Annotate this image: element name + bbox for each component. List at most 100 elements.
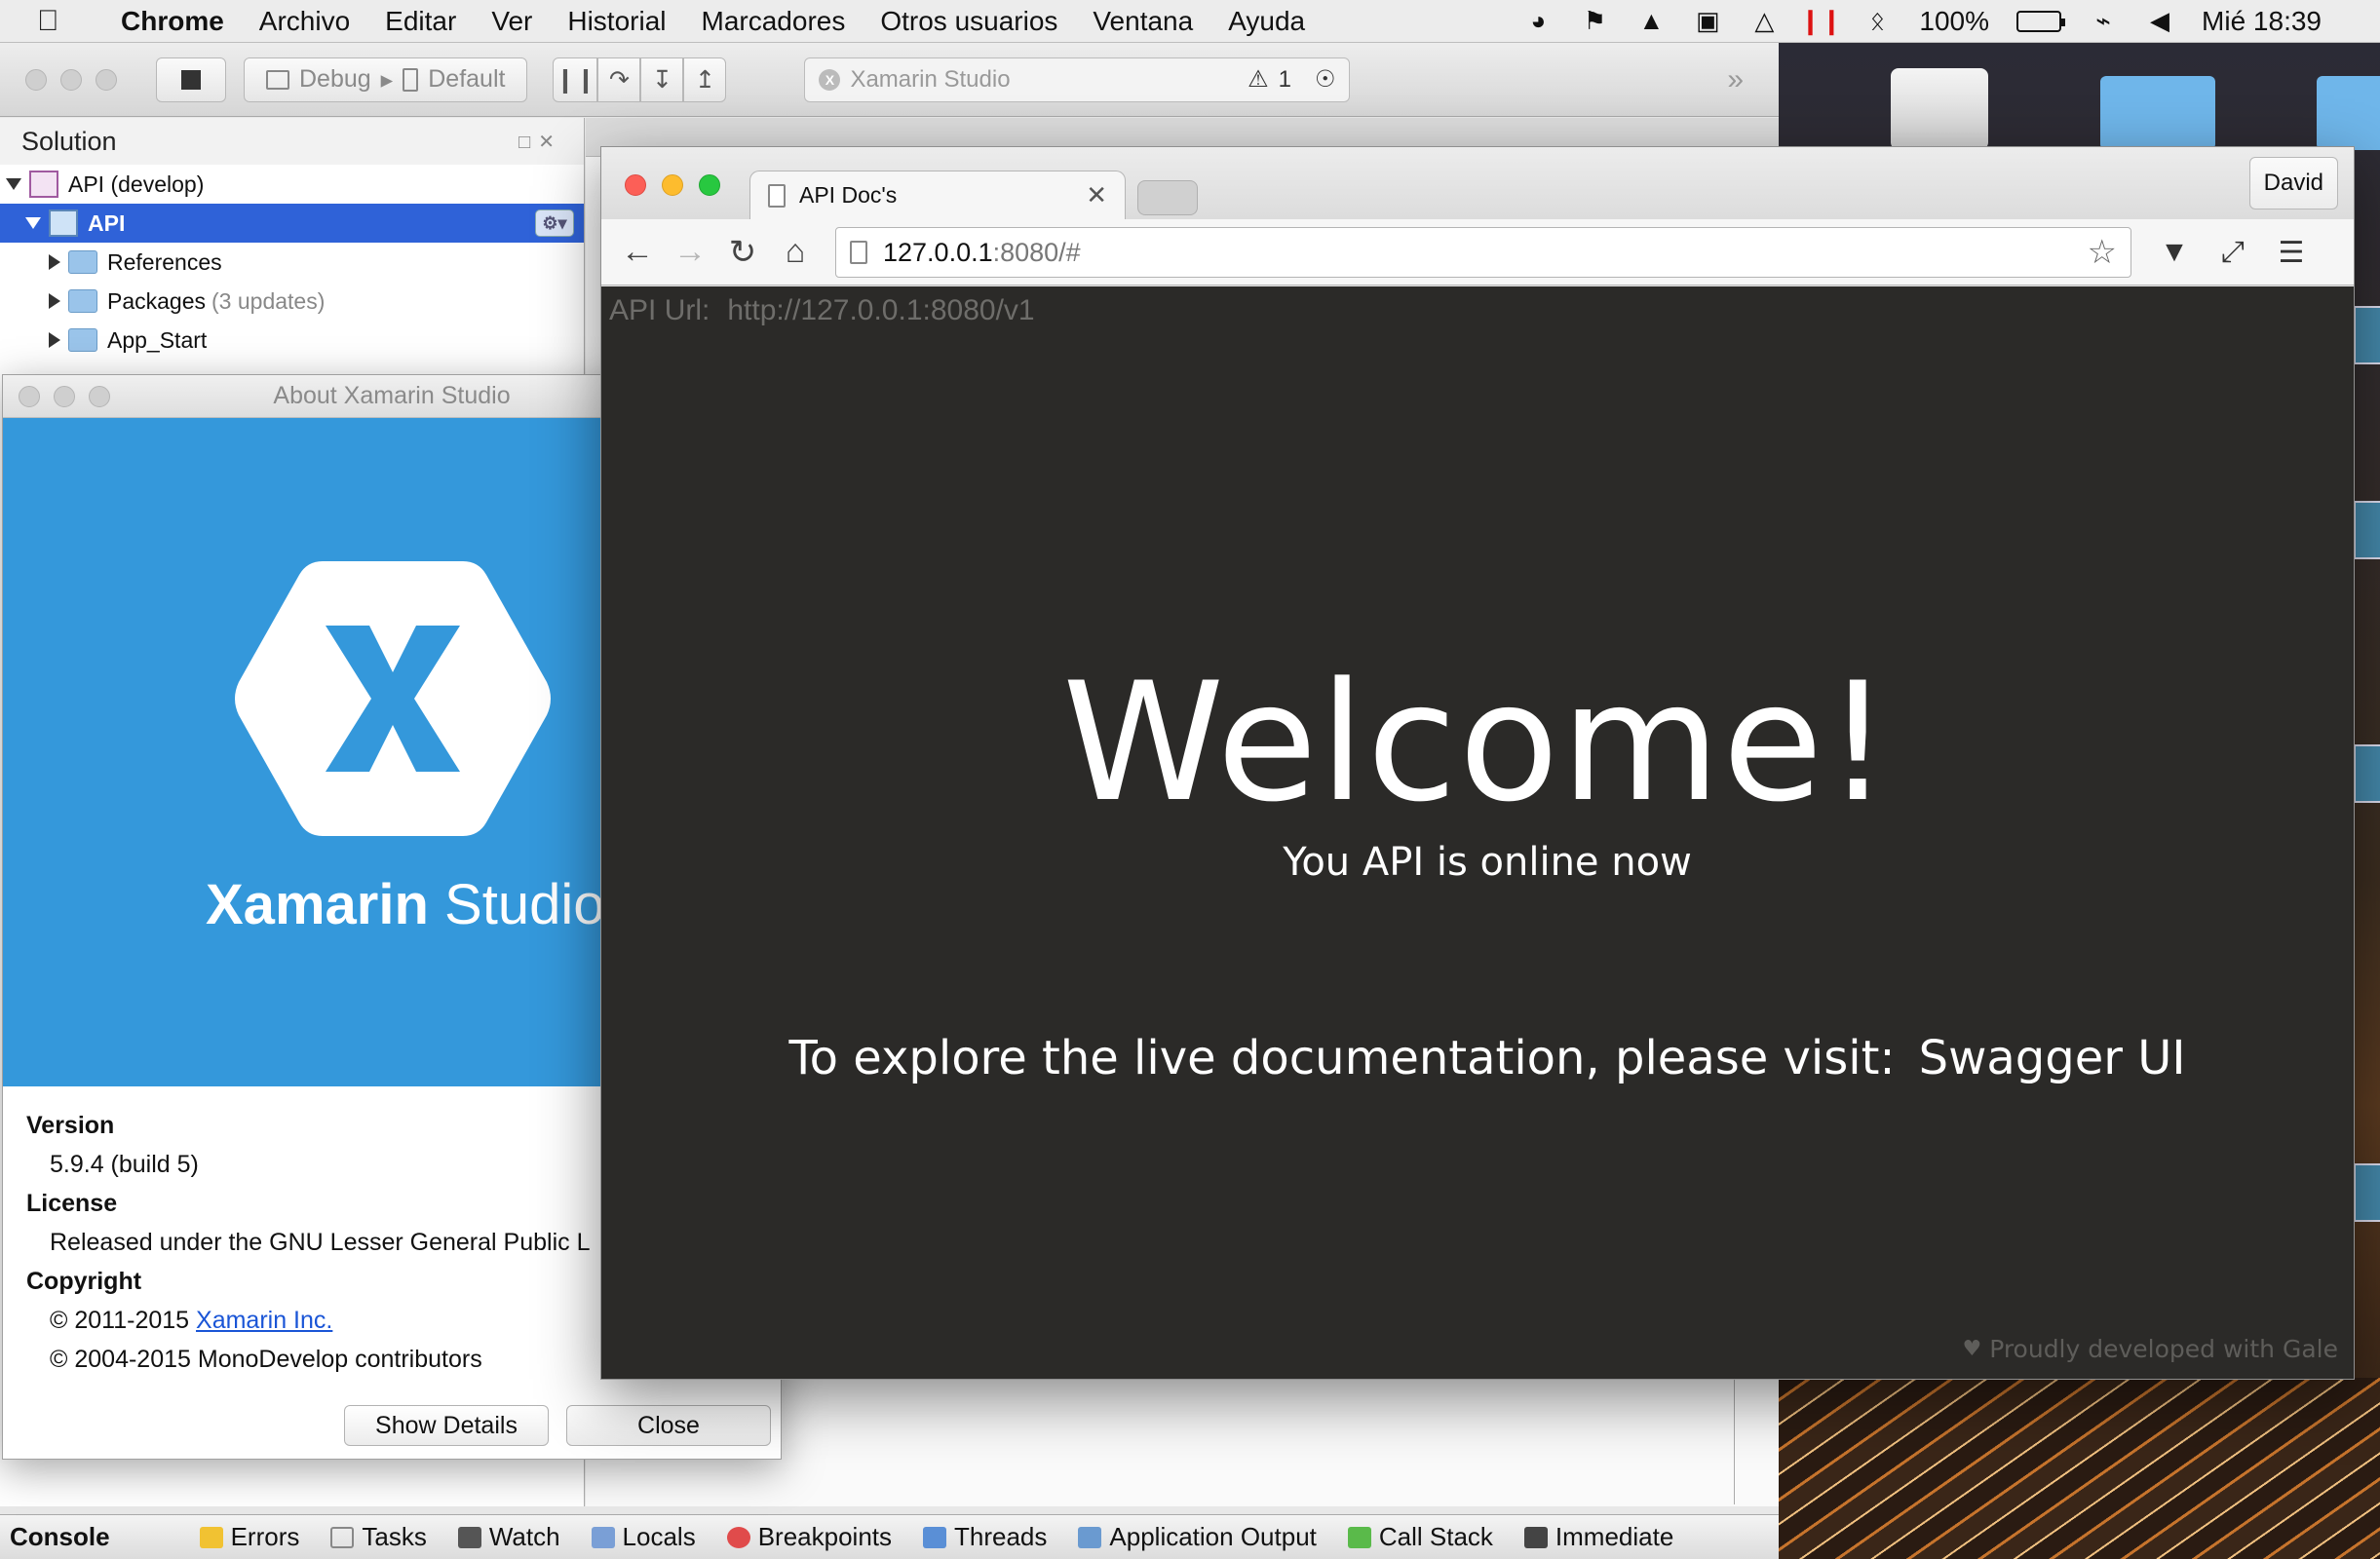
folder-icon[interactable] — [2100, 76, 2215, 150]
forward-arrow-icon[interactable]: → — [664, 226, 716, 279]
minimize-window-button[interactable] — [60, 68, 82, 91]
pad-console[interactable]: Console — [0, 1522, 126, 1552]
hard-drive-icon[interactable] — [1891, 68, 1988, 150]
file-thumbnail[interactable] — [2354, 501, 2380, 559]
notification-bell-icon[interactable]: ⚑ — [1580, 6, 1609, 36]
packages-updates: (3 updates) — [211, 287, 326, 314]
update-icon[interactable]: ☉ — [1315, 65, 1336, 94]
menu-historial[interactable]: Historial — [550, 6, 683, 37]
menu-ver[interactable]: Ver — [474, 6, 550, 37]
menu-ayuda[interactable]: Ayuda — [1210, 6, 1323, 37]
volume-icon[interactable]: ◀ — [2145, 6, 2174, 36]
step-into-button[interactable]: ↧ — [640, 57, 684, 102]
close-window-button[interactable] — [625, 174, 646, 196]
warning-icon[interactable]: ⚠ — [1248, 65, 1269, 94]
menu-ventana[interactable]: Ventana — [1075, 6, 1210, 37]
menu-otros-usuarios[interactable]: Otros usuarios — [863, 6, 1075, 37]
chrome-tab-strip: API Doc's ✕ David — [601, 147, 2354, 219]
minimize-dialog-button[interactable] — [54, 385, 75, 407]
file-thumbnail[interactable] — [2354, 1163, 2380, 1222]
swagger-ui-link[interactable]: Swagger UI — [1919, 1031, 2186, 1085]
wifi-icon[interactable]: ⌁ — [2089, 6, 2118, 36]
clock-app-icon[interactable]: ◕ — [1523, 6, 1553, 36]
zoom-dialog-button[interactable] — [89, 385, 110, 407]
home-icon[interactable]: ⌂ — [769, 226, 822, 279]
xamarin-link[interactable]: Xamarin Inc. — [196, 1307, 332, 1334]
minimize-window-button[interactable] — [662, 174, 683, 196]
collapsed-triangle-icon[interactable] — [49, 332, 60, 348]
copyright-prefix: © 2011-2015 — [50, 1307, 197, 1334]
new-tab-button[interactable] — [1137, 180, 1198, 215]
adobe-icon[interactable]: ▲ — [1636, 6, 1666, 36]
tree-item-app-start[interactable]: App_Start — [0, 321, 584, 360]
close-button[interactable]: Close — [566, 1405, 771, 1446]
stop-button[interactable] — [156, 57, 226, 102]
expand-triangle-icon[interactable] — [6, 178, 21, 190]
pocket-extension-icon[interactable]: ▼ — [2151, 229, 2198, 276]
drive-sync-icon[interactable]: △ — [1749, 6, 1779, 36]
address-bar[interactable]: 127.0.0.1 :8080/# ☆ — [835, 227, 2131, 278]
page-info-icon[interactable] — [850, 241, 867, 264]
bluetooth-icon[interactable]: ᛟ — [1862, 6, 1892, 36]
step-out-button[interactable]: ↥ — [683, 57, 727, 102]
collapsed-triangle-icon[interactable] — [49, 293, 60, 309]
run-configuration-selector[interactable]: Debug ▸ Default — [244, 57, 528, 102]
close-window-button[interactable] — [25, 68, 47, 91]
show-details-button[interactable]: Show Details — [344, 1405, 549, 1446]
tree-item-references[interactable]: References — [0, 243, 584, 282]
xamarin-logo-icon — [235, 561, 551, 836]
file-thumbnail[interactable] — [2354, 306, 2380, 364]
gear-icon[interactable]: ⚙▾ — [535, 209, 574, 237]
close-tab-icon[interactable]: ✕ — [1086, 180, 1107, 210]
clock[interactable]: Mié 18:39 — [2202, 6, 2322, 37]
zoom-window-button[interactable] — [96, 68, 117, 91]
apple-icon[interactable]:  — [37, 5, 76, 38]
pad-label: Locals — [622, 1522, 696, 1551]
close-dialog-button[interactable] — [19, 385, 40, 407]
overflow-chevron-icon[interactable]: » — [1727, 63, 1744, 96]
device-label: Default — [428, 65, 506, 93]
profile-button[interactable]: David — [2248, 157, 2338, 209]
folder-icon — [68, 289, 97, 313]
menu-editar[interactable]: Editar — [367, 6, 474, 37]
folder-icon[interactable] — [2317, 76, 2380, 150]
battery-icon[interactable] — [2016, 10, 2066, 32]
tree-root-solution[interactable]: API (develop) — [0, 165, 584, 204]
fullscreen-extension-icon[interactable]: ⤢ — [2209, 229, 2256, 276]
project-name: API — [88, 209, 126, 236]
menu-archivo[interactable]: Archivo — [242, 6, 367, 37]
tree-item-packages[interactable]: Packages (3 updates) — [0, 282, 584, 321]
browser-tab[interactable]: API Doc's ✕ — [749, 171, 1126, 219]
pad-watch[interactable]: Watch — [442, 1522, 576, 1552]
pad-breakpoints[interactable]: Breakpoints — [711, 1522, 907, 1552]
display-icon[interactable]: ▣ — [1693, 6, 1722, 36]
pad-errors[interactable]: Errors — [184, 1522, 316, 1552]
reload-icon[interactable]: ↻ — [716, 226, 769, 279]
pad-immediate[interactable]: Immediate — [1509, 1522, 1689, 1552]
pad-locals[interactable]: Locals — [576, 1522, 711, 1552]
warning-count[interactable]: 1 — [1279, 66, 1291, 94]
bookmark-star-icon[interactable]: ☆ — [2088, 233, 2117, 272]
zoom-window-button[interactable] — [699, 174, 720, 196]
file-thumbnail[interactable] — [2354, 744, 2380, 803]
pause-recording-icon[interactable]: ❙❙ — [1800, 6, 1843, 36]
menu-app-name[interactable]: Chrome — [103, 6, 242, 37]
page-footer: ♥ Proudly developed with Gale — [1962, 1335, 2338, 1363]
pad-application-output[interactable]: Application Output — [1062, 1522, 1331, 1552]
pause-button[interactable]: ❙❙ — [553, 57, 598, 102]
collapsed-triangle-icon[interactable] — [49, 254, 60, 270]
pad-dock-close-controls[interactable]: □✕ — [518, 130, 562, 154]
battery-percent: 100% — [1919, 5, 1990, 36]
chrome-menu-icon[interactable]: ☰ — [2268, 229, 2315, 276]
pad-label: Tasks — [362, 1522, 427, 1551]
welcome-heading: Welcome! — [1062, 647, 1893, 838]
menu-marcadores[interactable]: Marcadores — [684, 6, 864, 37]
pad-call-stack[interactable]: Call Stack — [1332, 1522, 1509, 1552]
expand-triangle-icon[interactable] — [25, 217, 41, 229]
explore-text: To explore the live documentation, pleas… — [788, 1031, 1896, 1085]
pad-tasks[interactable]: Tasks — [315, 1522, 441, 1552]
back-arrow-icon[interactable]: ← — [611, 226, 664, 279]
pad-threads[interactable]: Threads — [907, 1522, 1062, 1552]
step-over-button[interactable]: ↷ — [597, 57, 641, 102]
tree-project-api[interactable]: API ⚙▾ — [0, 204, 584, 243]
